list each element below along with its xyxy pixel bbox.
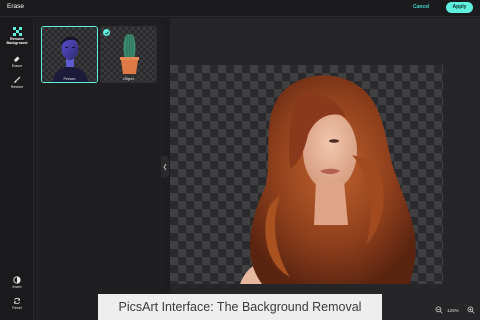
zoom-level: 125% [447,308,459,313]
apply-button[interactable]: Apply [446,2,473,13]
invert-label: Invert [12,285,22,289]
app-window: Erase Cancel Apply Remove Background Era… [0,0,480,320]
reset-label: Reset [12,306,22,310]
brush-icon [14,76,21,83]
checkerboard-icon [12,27,22,36]
eraser-icon [14,56,20,62]
check-icon [104,31,109,35]
person-thumbnail-label: Person [63,77,76,81]
top-bar: Erase Cancel Apply [0,0,480,17]
subject-image [240,75,416,284]
mode-panel: Person Object [35,18,162,320]
person-thumbnail-image [52,36,89,82]
object-mode-thumbnail[interactable]: Object [100,26,157,83]
zoom-in-icon[interactable] [467,306,475,314]
page-title: Erase [7,3,24,10]
zoom-control: 125% [432,304,480,318]
reset-icon [14,297,20,305]
object-thumbnail-image [120,34,139,74]
eraser-label: Eraser [11,64,23,68]
person-mode-thumbnail[interactable]: Person [41,26,98,83]
zoom-out-icon[interactable] [435,306,443,314]
restore-label: Restore [10,85,24,89]
eraser-tool[interactable]: Eraser [0,55,34,68]
restore-tool[interactable]: Restore [0,76,34,89]
object-thumbnail-label: Object [123,77,134,81]
tool-rail: Remove Background Eraser Restore Invert [0,18,34,320]
remove-background-tool[interactable]: Remove Background [0,27,34,46]
remove-background-label: Remove Background [6,37,28,46]
cancel-button[interactable]: Cancel [413,4,429,10]
caption-overlay: PicsArt Interface: The Background Remova… [98,294,382,320]
edited-image[interactable] [170,65,443,284]
invert-icon [13,276,21,284]
canvas-area[interactable] [170,18,480,320]
reset-tool[interactable]: Reset [0,297,34,310]
invert-tool[interactable]: Invert [0,276,34,289]
selected-badge [103,29,110,36]
collapse-panel-button[interactable] [161,156,169,178]
chevron-left-icon [163,163,167,171]
